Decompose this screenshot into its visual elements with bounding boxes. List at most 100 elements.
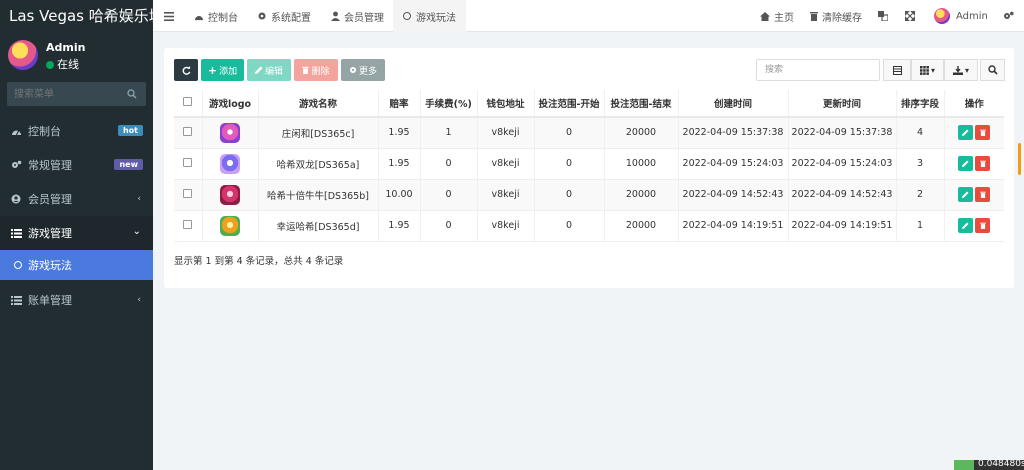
game-logo — [202, 210, 259, 242]
row-delete-button[interactable] — [975, 125, 991, 141]
chevron-left-icon: ‹ — [137, 295, 141, 305]
row-checkbox[interactable] — [174, 148, 203, 180]
col-created[interactable]: 创建时间 — [678, 90, 789, 118]
page-scrollbar[interactable] — [1018, 143, 1021, 175]
caret-down-icon: ▾ — [964, 65, 969, 75]
sort-value: 4 — [896, 117, 945, 149]
plus-icon: + — [207, 63, 218, 77]
col-actions: 操作 — [944, 90, 1004, 118]
row-delete-button[interactable] — [975, 187, 991, 202]
admin-menu[interactable]: Admin — [934, 0, 988, 32]
col-updated[interactable]: 更新时间 — [788, 90, 897, 118]
brand-title[interactable]: Las Vegas 哈希娱乐城 — [0, 0, 153, 32]
col-name[interactable]: 游戏名称 — [258, 90, 379, 118]
col-fee[interactable]: 手续费(%) — [420, 90, 478, 118]
sidebar: Las Vegas 哈希娱乐城 Admin 在线 控制台 hot 常规管理 ne… — [0, 0, 153, 470]
row-edit-button[interactable] — [958, 156, 974, 171]
cogs-icon — [11, 160, 23, 170]
download-icon — [952, 65, 963, 75]
sidebar-item-label: 游戏玩法 — [28, 259, 72, 272]
gear-icon — [258, 12, 266, 20]
clear-cache-button[interactable]: 清除缓存 — [810, 0, 862, 32]
tab-system-config[interactable]: 系统配置 — [257, 0, 311, 32]
delete-button[interactable]: 删除 — [294, 59, 338, 81]
sidebar-item-members[interactable]: 会员管理 ‹ — [0, 182, 153, 216]
toggle-view-button[interactable] — [883, 59, 911, 81]
tab-label: 游戏玩法 — [416, 12, 456, 24]
language-button[interactable] — [878, 0, 892, 32]
updated-time: 2022-04-09 15:24:03 — [788, 148, 897, 180]
sidebar-item-general[interactable]: 常规管理 new — [0, 148, 153, 182]
pencil-icon — [962, 160, 969, 167]
row-edit-button[interactable] — [958, 187, 974, 202]
export-button[interactable]: ▾ — [944, 59, 978, 81]
search-icon[interactable] — [127, 88, 137, 102]
user-status: 在线 — [46, 56, 79, 72]
timer-text: 0.048480s — [978, 459, 1024, 469]
check-icon — [954, 460, 974, 470]
updated-time: 2022-04-09 15:37:38 — [788, 117, 897, 149]
table-header-row: 游戏logo 游戏名称 赔率 手续费(%) 钱包地址 投注范围-开始 投注范围-… — [174, 90, 1004, 118]
game-logo — [202, 117, 259, 149]
clear-cache-label: 清除缓存 — [822, 12, 862, 24]
game-name: 幸运哈希[DS365d] — [258, 210, 379, 242]
list-icon — [11, 295, 23, 305]
more-button[interactable]: 更多 — [341, 59, 385, 81]
sidebar-search-input[interactable] — [7, 82, 117, 106]
row-delete-button[interactable] — [975, 218, 991, 233]
select-all-checkbox[interactable] — [174, 90, 203, 118]
sort-value: 1 — [896, 210, 945, 242]
add-button[interactable]: + 添加 — [201, 59, 244, 81]
fullscreen-button[interactable] — [905, 0, 919, 32]
col-wallet[interactable]: 钱包地址 — [477, 90, 535, 118]
sidebar-item-label: 账单管理 — [28, 294, 72, 307]
pencil-icon — [254, 66, 263, 74]
home-link[interactable]: 主页 — [760, 0, 794, 32]
sidebar-item-games[interactable]: 游戏管理 ⌄ — [0, 216, 153, 250]
advanced-search-button[interactable] — [980, 59, 1005, 81]
col-odds[interactable]: 赔率 — [378, 90, 421, 118]
bet-max: 10000 — [604, 148, 679, 180]
game-name: 哈希十倍牛牛[DS365b] — [258, 179, 379, 211]
row-checkbox[interactable] — [174, 117, 203, 149]
col-bet-min[interactable]: 投注范围-开始 — [534, 90, 605, 118]
user-panel: Admin 在线 — [0, 32, 153, 78]
col-bet-max[interactable]: 投注范围-结束 — [604, 90, 679, 118]
columns-button[interactable]: ▾ — [911, 59, 944, 81]
circle-icon — [403, 12, 411, 20]
tab-label: 控制台 — [208, 12, 238, 24]
new-badge: new — [114, 159, 143, 170]
tab-members[interactable]: 会员管理 — [331, 0, 384, 32]
row-actions — [944, 179, 1004, 211]
tab-dashboard[interactable]: 控制台 — [194, 0, 238, 32]
fee: 0 — [420, 179, 478, 211]
row-delete-button[interactable] — [975, 156, 991, 171]
row-edit-button[interactable] — [958, 218, 974, 233]
cogs-icon — [1004, 11, 1014, 19]
edit-button[interactable]: 编辑 — [247, 59, 291, 81]
bet-min: 0 — [534, 148, 605, 180]
settings-button[interactable] — [1003, 0, 1018, 32]
fee: 0 — [420, 210, 478, 242]
trash-icon — [979, 222, 986, 229]
avatar — [8, 40, 38, 70]
list-icon — [11, 228, 23, 238]
sidebar-item-dashboard[interactable]: 控制台 hot — [0, 114, 153, 148]
tab-label: 会员管理 — [344, 12, 384, 24]
tab-game-rules[interactable]: 游戏玩法 — [393, 0, 466, 32]
table-search-input[interactable]: 搜索 — [756, 59, 880, 81]
gear-icon — [349, 66, 357, 74]
row-checkbox[interactable] — [174, 210, 203, 242]
sidebar-item-billing[interactable]: 账单管理 ‹ — [0, 283, 153, 317]
col-sort[interactable]: 排序字段 — [896, 90, 945, 118]
refresh-button[interactable] — [174, 59, 198, 81]
sidebar-toggle-button[interactable] — [164, 0, 178, 32]
user-icon — [331, 11, 340, 21]
sidebar-item-game-rules[interactable]: 游戏玩法 — [0, 250, 153, 280]
row-checkbox[interactable] — [174, 179, 203, 211]
row-edit-button[interactable] — [958, 125, 974, 141]
pencil-icon — [962, 191, 969, 198]
row-actions — [944, 210, 1004, 242]
col-logo[interactable]: 游戏logo — [202, 90, 259, 118]
fee: 0 — [420, 148, 478, 180]
